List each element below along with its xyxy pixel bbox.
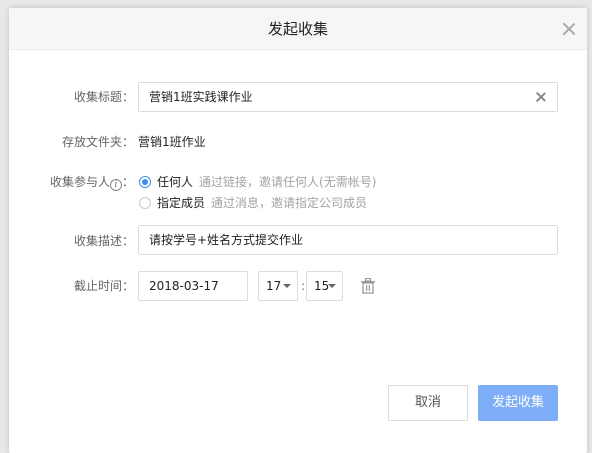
dialog-header: 发起收集 [9, 8, 587, 50]
hour-value: 17 [266, 279, 282, 293]
submit-button[interactable]: 发起收集 [478, 385, 558, 421]
radio-members[interactable] [139, 197, 151, 209]
clear-icon[interactable] [536, 92, 546, 102]
title-label: 收集标题： [73, 90, 134, 104]
date-input[interactable]: 2018-03-17 [138, 271, 248, 301]
minute-value: 15 [314, 279, 330, 293]
folder-value: 营销1班作业 [138, 135, 206, 149]
minute-select[interactable]: 15 [306, 271, 343, 301]
collection-dialog: 发起收集 收集标题： 营销1班实践课作业 存放文件夹： 营销1班作业 收集参与人… [9, 8, 587, 453]
chevron-down-icon [283, 284, 291, 288]
participants-label-colon: ： [121, 175, 134, 189]
radio-option-anyone[interactable]: 任何人 通过链接，邀请任何人(无需帐号) [139, 172, 376, 192]
title-input[interactable]: 营销1班实践课作业 [138, 82, 558, 112]
info-icon[interactable]: i [109, 179, 122, 191]
radio-members-hint: 通过消息，邀请指定公司成员 [211, 196, 368, 210]
folder-label: 存放文件夹： [61, 135, 134, 149]
description-input[interactable]: 请按学号+姓名方式提交作业 [138, 225, 558, 255]
time-separator: : [301, 279, 306, 293]
title-input-value: 营销1班实践课作业 [149, 90, 253, 104]
trash-icon[interactable] [360, 278, 376, 294]
radio-anyone-label: 任何人 [157, 175, 194, 189]
cancel-button[interactable]: 取消 [388, 385, 468, 421]
date-input-value: 2018-03-17 [149, 279, 219, 293]
radio-option-members[interactable]: 指定成员 通过消息，邀请指定公司成员 [139, 193, 367, 213]
close-icon[interactable] [561, 21, 577, 37]
dialog-title: 发起收集 [267, 20, 328, 38]
radio-members-label: 指定成员 [157, 196, 206, 210]
description-input-value: 请按学号+姓名方式提交作业 [149, 233, 304, 247]
participants-label-text: 收集参与人 [49, 175, 110, 189]
radio-anyone[interactable] [139, 176, 151, 188]
radio-anyone-hint: 通过链接，邀请任何人(无需帐号) [199, 175, 377, 189]
chevron-down-icon [328, 284, 336, 288]
description-label: 收集描述： [73, 234, 134, 248]
hour-select[interactable]: 17 [258, 271, 298, 301]
deadline-label: 截止时间： [73, 279, 134, 293]
participants-label: 收集参与人 i： [19, 172, 134, 192]
